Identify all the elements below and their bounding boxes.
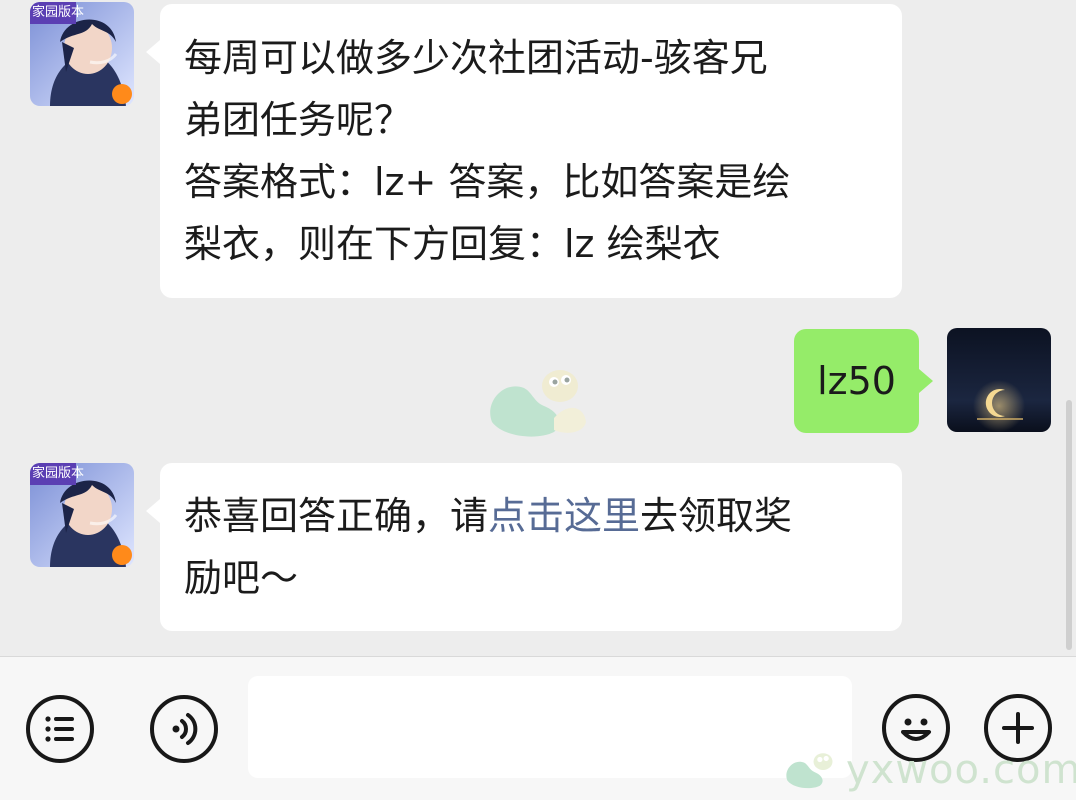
claim-reward-link[interactable]: 点击这里 <box>488 494 640 538</box>
list-icon <box>45 716 74 742</box>
scrollbar[interactable] <box>1066 400 1072 650</box>
official-account-avatar[interactable]: 家园版本 <box>30 2 134 106</box>
received-message-bubble[interactable]: 恭喜回答正确，请点击这里去领取奖 励吧～ <box>146 463 902 631</box>
avatar-badge: 家园版本 <box>32 466 85 481</box>
watermark: yxwoo.com <box>782 745 1076 795</box>
message-line: 恭喜回答正确，请点击这里去领取奖 <box>184 485 878 547</box>
message-line: 励吧～ <box>184 556 299 600</box>
avatar-badge: 家园版本 <box>32 5 85 20</box>
watermark-text: yxwoo.com <box>846 747 1076 793</box>
message-input[interactable] <box>248 676 852 778</box>
message-text: 去领取奖 <box>640 494 793 538</box>
received-message-bubble[interactable]: 每周可以做多少次社团活动-骇客兄 弟团任务呢？ 答案格式：lz+ 答案，比如答案… <box>146 4 902 298</box>
watermark-logo-icon <box>786 753 833 789</box>
official-account-avatar[interactable]: 家园版本 <box>30 463 134 567</box>
voice-icon <box>172 713 198 745</box>
chat-area[interactable]: 家园版本 每周可以做多少次社团活动-骇客兄 弟团任务呢？ 答案格式：lz+ 答案… <box>0 0 1076 656</box>
message-line: 梨衣，则在下方回复：lz 绘梨衣 <box>184 222 721 266</box>
menu-button[interactable] <box>26 695 94 763</box>
my-avatar[interactable] <box>947 328 1051 432</box>
sent-message-text: lz50 <box>817 359 896 403</box>
message-line: 弟团任务呢？ <box>184 98 413 142</box>
voice-button[interactable] <box>150 695 218 763</box>
message-text: 恭喜回答正确，请 <box>184 494 489 538</box>
message-line: 每周可以做多少次社团活动-骇客兄 <box>184 36 768 80</box>
sent-message-bubble[interactable]: lz50 <box>794 329 933 433</box>
moon-night-icon <box>947 328 1051 432</box>
watermark-logo-icon <box>484 362 594 446</box>
message-line: 答案格式：lz+ 答案，比如答案是绘 <box>184 160 791 204</box>
